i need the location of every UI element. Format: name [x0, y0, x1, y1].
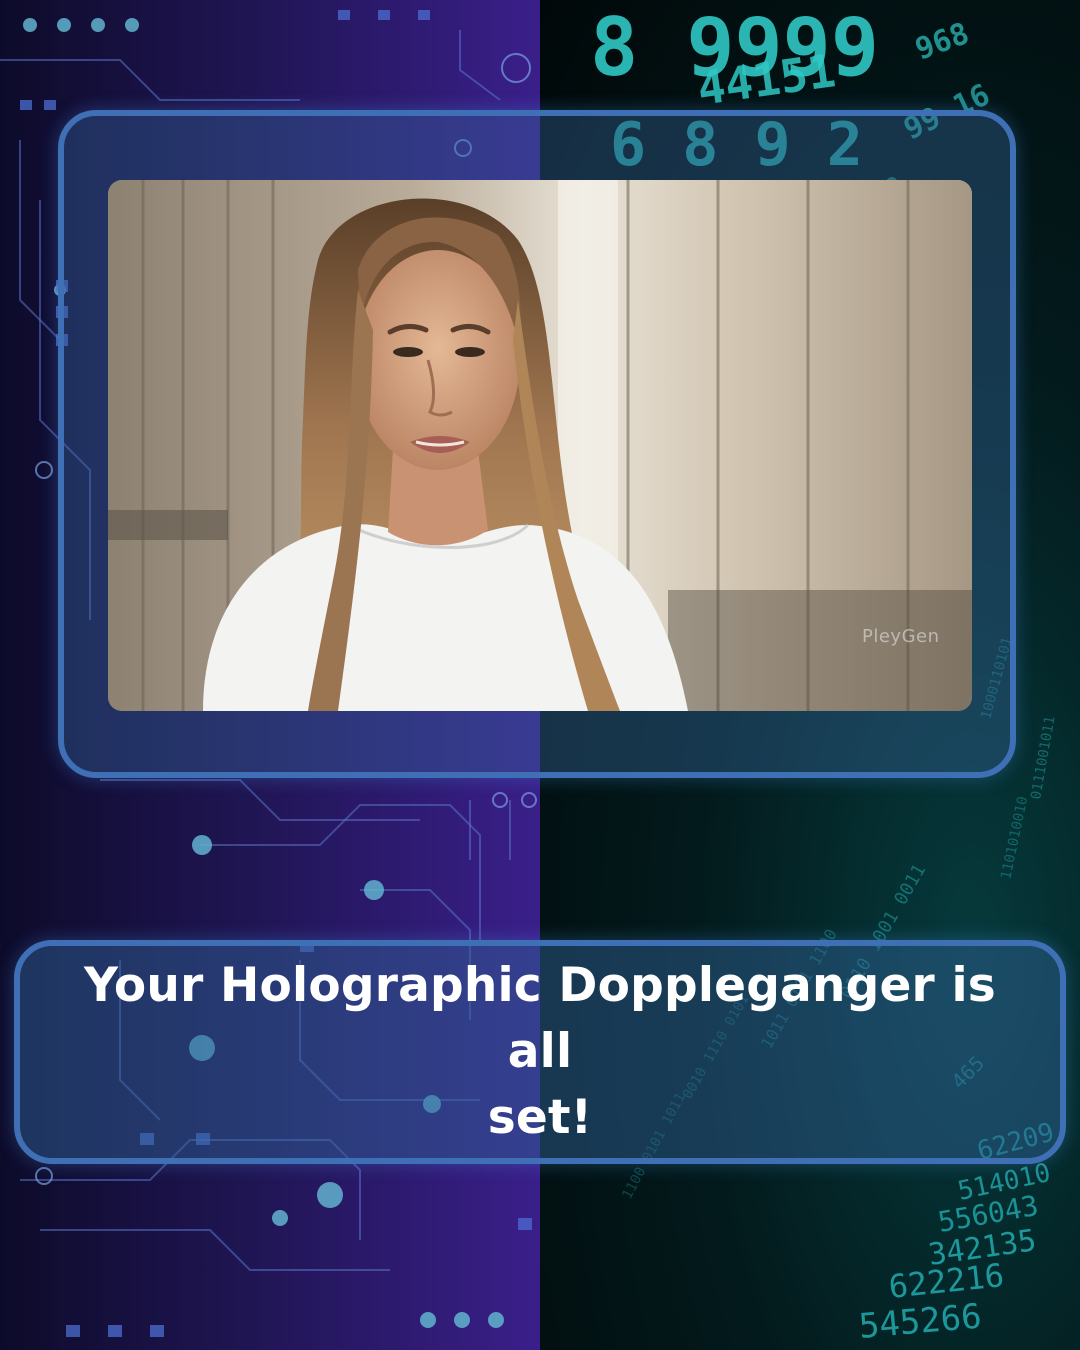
- svg-text:545266: 545266: [857, 1296, 983, 1347]
- svg-text:968: 968: [911, 16, 974, 67]
- caption-text: Your Holographic Doppleganger is all set…: [54, 953, 1026, 1151]
- video-watermark: PleyGen: [862, 626, 940, 647]
- svg-text:1101010010: 1101010010: [998, 795, 1031, 881]
- caption-line-2: set!: [487, 1090, 593, 1145]
- avatar-video[interactable]: [108, 180, 972, 711]
- caption-box: Your Holographic Doppleganger is all set…: [14, 940, 1066, 1164]
- caption-line-1: Your Holographic Doppleganger is all: [84, 958, 996, 1079]
- svg-text:0111001011: 0111001011: [1028, 715, 1058, 801]
- avatar-portrait: [108, 180, 972, 711]
